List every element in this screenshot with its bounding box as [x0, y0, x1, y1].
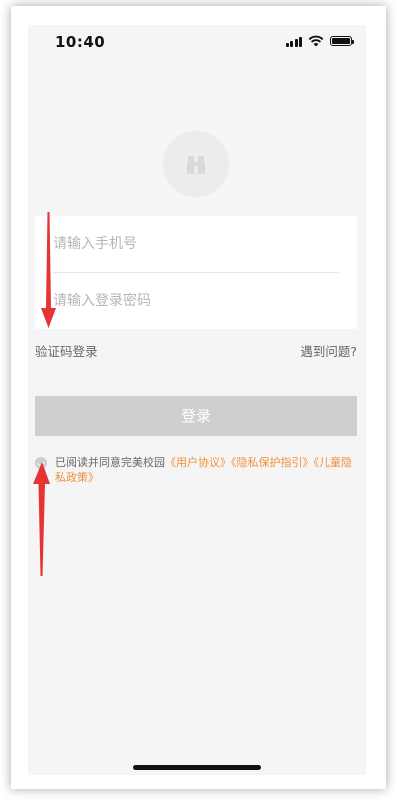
wifi-icon — [308, 35, 324, 47]
battery-icon — [330, 36, 354, 46]
phone-frame: 10:40 请输入手机号 请输入登录密码 验证码登录 遇到问题? 登录 已阅读并… — [11, 6, 386, 789]
credentials-card: 请输入手机号 请输入登录密码 — [35, 216, 357, 329]
status-icons — [285, 35, 354, 47]
help-link[interactable]: 遇到问题? — [300, 341, 357, 360]
agreement-prefix: 已阅读并同意完美校园 — [55, 456, 165, 469]
agreement-row: 已阅读并同意完美校园《用户协议》《隐私保护指引》《儿童隐私政策》 — [35, 455, 357, 485]
agreement-text: 已阅读并同意完美校园《用户协议》《隐私保护指引》《儿童隐私政策》 — [55, 455, 357, 485]
signal-icon — [285, 36, 302, 47]
school-icon — [187, 156, 205, 174]
login-button[interactable]: 登录 — [35, 396, 357, 436]
privacy-guide-link[interactable]: 《隐私保护指引》 — [231, 456, 314, 469]
login-screen: 10:40 请输入手机号 请输入登录密码 验证码登录 遇到问题? 登录 已阅读并… — [28, 25, 366, 775]
user-agreement-link[interactable]: 《用户协议》 — [165, 456, 231, 469]
sms-code-login-link[interactable]: 验证码登录 — [35, 341, 98, 360]
home-indicator — [133, 765, 261, 770]
status-time: 10:40 — [55, 33, 106, 51]
app-logo-avatar — [163, 131, 229, 197]
password-input[interactable]: 请输入登录密码 — [53, 273, 339, 329]
agreement-checkbox[interactable] — [35, 457, 47, 469]
login-links: 验证码登录 遇到问题? — [35, 341, 357, 359]
status-bar: 10:40 — [28, 25, 366, 57]
phone-input[interactable]: 请输入手机号 — [53, 216, 339, 272]
